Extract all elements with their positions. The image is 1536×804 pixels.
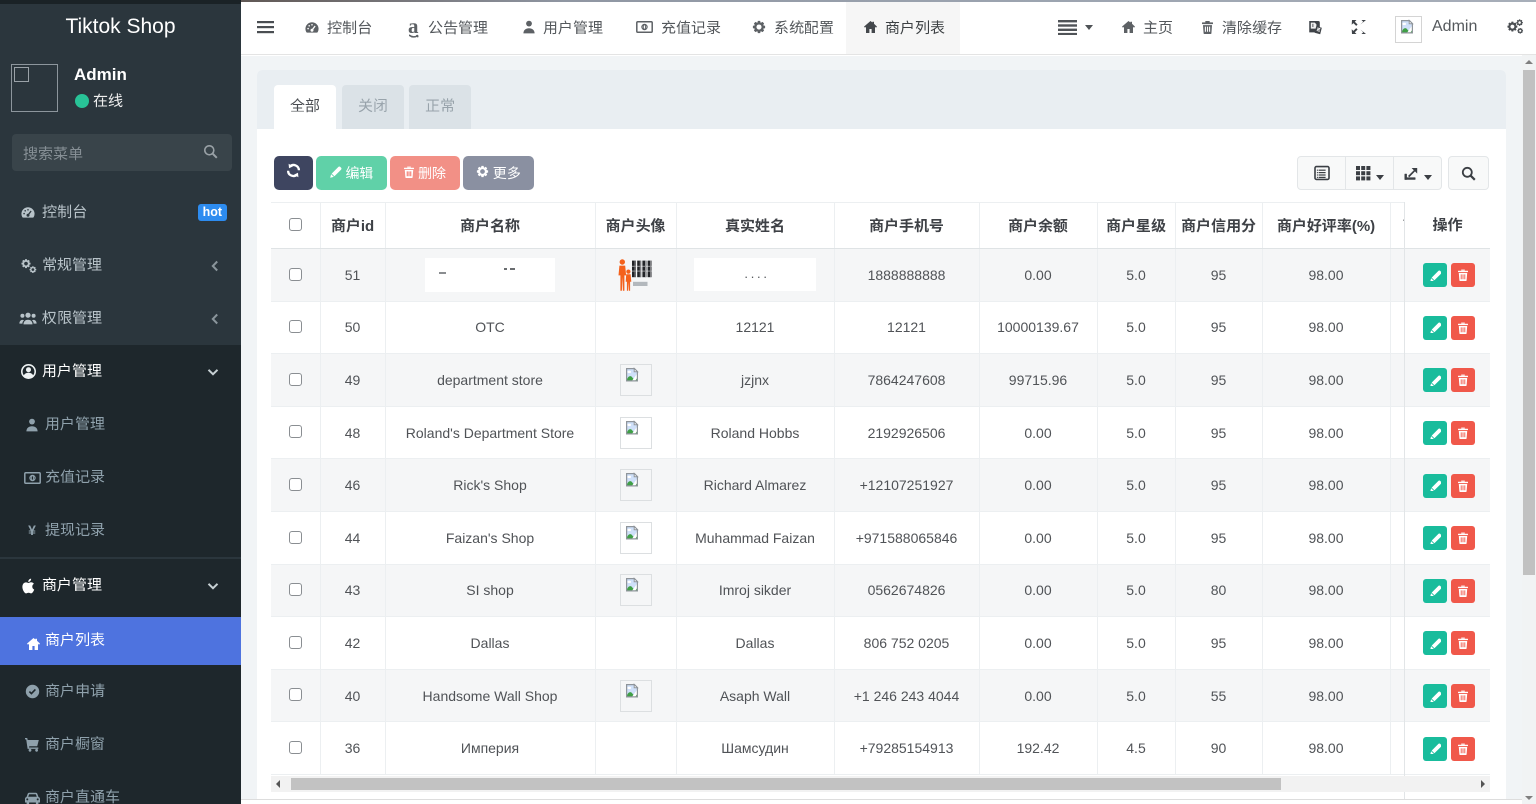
svg-text:0: 0: [30, 475, 34, 482]
svg-text:0: 0: [643, 25, 647, 32]
